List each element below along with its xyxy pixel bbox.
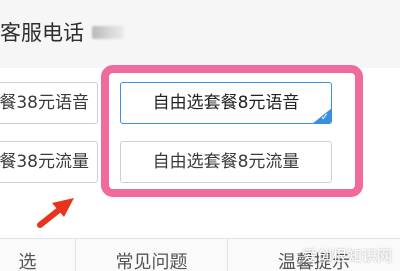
watermark-text: 爱创根知识网	[301, 247, 392, 265]
service-phone-label: 客服电话	[0, 21, 84, 45]
package-38-data-option[interactable]: 餐38元流量	[0, 141, 98, 183]
highlight-annotation-box	[101, 65, 363, 197]
tab-faq[interactable]: 常见问题	[76, 239, 228, 271]
header-area: 客服电话	[0, 0, 400, 68]
phone-number-redacted	[92, 26, 124, 39]
tab-select[interactable]: 选	[0, 239, 76, 271]
package-38-voice-option[interactable]: 餐38元语音	[0, 82, 98, 124]
